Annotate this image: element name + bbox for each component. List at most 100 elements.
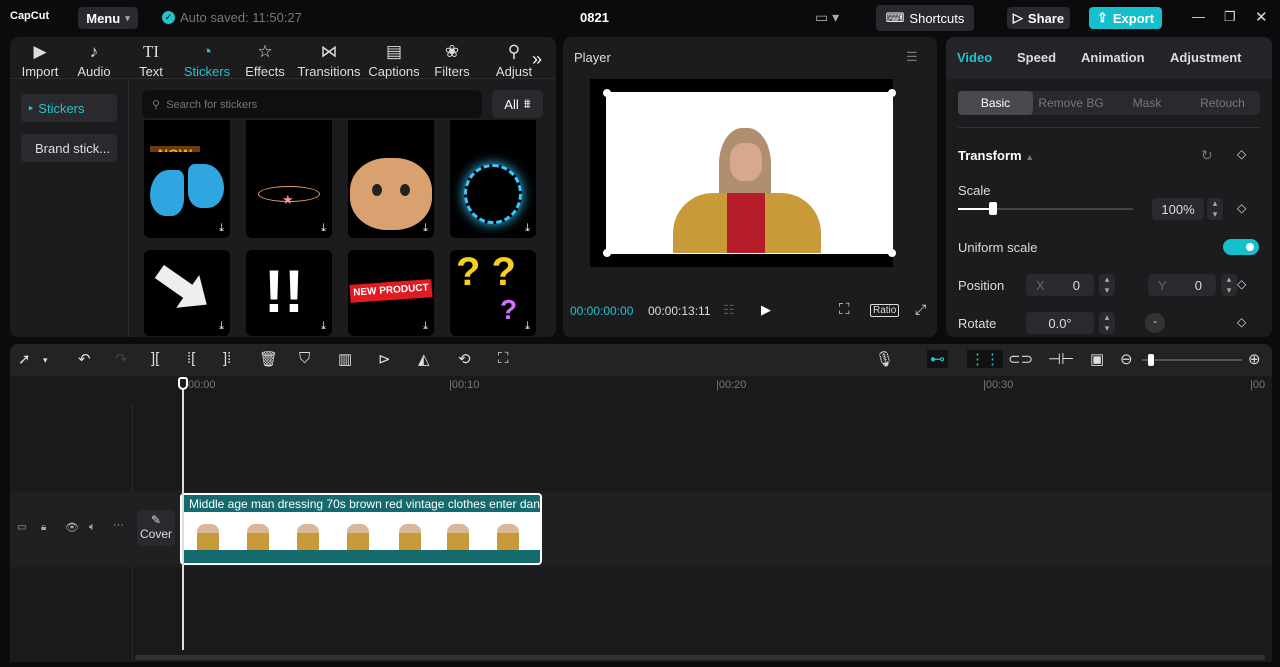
tab-adjustment[interactable]: Adjustment <box>1170 50 1242 65</box>
resize-handle[interactable] <box>888 89 896 97</box>
sticker-question-marks[interactable]: ? ?? ⤓ <box>450 250 536 336</box>
rotate-stepper[interactable]: ▴ ▾ <box>1099 312 1115 334</box>
split-right-icon[interactable]: ]⁞ <box>223 350 231 367</box>
fullscreen-icon[interactable]: ⤢ <box>915 301 926 318</box>
microphone-icon[interactable]: 🎙 <box>875 350 894 368</box>
keyframe-icon[interactable]: ◇ <box>1237 201 1246 215</box>
minimize-icon[interactable]: — <box>1192 9 1205 24</box>
maximize-icon[interactable]: ❐ <box>1224 9 1236 25</box>
auto-snap-icon[interactable]: ⋮⋮ <box>967 350 1003 368</box>
main-track-magnet-icon[interactable]: ⊷ <box>927 350 948 368</box>
sticker-electric[interactable]: ⤓ <box>450 152 536 238</box>
video-frame[interactable] <box>606 92 893 254</box>
zoom-in-icon[interactable]: ⊕ <box>1248 350 1261 368</box>
sticker-butterfly[interactable]: ⤓ <box>144 152 230 238</box>
download-icon[interactable]: ⤓ <box>321 222 326 235</box>
freeze-icon[interactable]: ▥ <box>338 350 352 368</box>
preview-axis-icon[interactable]: ⊣⊢ <box>1048 350 1074 368</box>
download-icon[interactable]: ⤓ <box>423 222 428 235</box>
delete-icon[interactable]: 🗑 <box>259 350 278 368</box>
cover-button[interactable]: ✎ Cover <box>137 510 175 546</box>
zoom-slider-handle[interactable] <box>1148 354 1154 366</box>
more-icon[interactable]: ··· <box>113 519 124 531</box>
subtab-retouch[interactable]: Retouch <box>1185 91 1260 115</box>
uniform-scale-toggle[interactable] <box>1223 239 1259 255</box>
download-icon[interactable]: ⤓ <box>219 320 224 333</box>
tab-transitions[interactable]: ⋈ Transitions <box>294 37 364 79</box>
tab-video[interactable]: Video <box>957 50 992 65</box>
tab-filters[interactable]: ❀ Filters <box>422 37 482 79</box>
shortcuts-button[interactable]: ⌨ Shortcuts <box>876 5 974 31</box>
download-icon[interactable]: ⤓ <box>525 222 530 235</box>
reverse-icon[interactable]: ⊳ <box>378 350 391 368</box>
share-button[interactable]: ▷ Share <box>1007 7 1070 29</box>
horizontal-scrollbar[interactable] <box>135 655 1265 660</box>
filter-button[interactable]: All ⩩ <box>492 90 543 118</box>
mirror-icon[interactable]: ◭ <box>418 350 430 368</box>
undo-icon[interactable]: ↶ <box>78 350 91 368</box>
reset-icon[interactable]: ↻ <box>1201 147 1213 164</box>
marker-icon[interactable]: ⛉ <box>299 350 310 367</box>
zoom-out-icon[interactable]: ⊖ <box>1120 350 1133 368</box>
scale-input[interactable]: 100% <box>1152 198 1204 220</box>
sticker-exclamation[interactable]: !! ⤓ <box>246 250 332 336</box>
position-x-stepper[interactable]: ▴ ▾ <box>1099 274 1115 296</box>
rotate-input[interactable]: 0.0° <box>1026 312 1094 334</box>
position-x-input[interactable]: X0 <box>1026 274 1094 296</box>
audio-mute-icon[interactable]: 🔈︎ <box>89 521 96 534</box>
sticker-new-product[interactable]: NEW PRODUCT ⤓ <box>348 250 434 336</box>
search-input[interactable]: ⚲ Search for stickers <box>142 90 482 118</box>
timeline-grid-icon[interactable]: ☷ <box>723 302 735 318</box>
download-icon[interactable]: ⤓ <box>219 222 224 235</box>
position-y-stepper[interactable]: ▴ ▾ <box>1221 274 1237 296</box>
lock-icon[interactable]: 🔒︎ <box>41 522 46 533</box>
link-icon[interactable]: ⊂⊃ <box>1008 350 1033 368</box>
position-y-input[interactable]: Y0 <box>1148 274 1216 296</box>
select-tool-icon[interactable]: ➚ <box>18 350 31 368</box>
download-icon[interactable]: ⤓ <box>321 320 326 333</box>
tab-effects[interactable]: ☆ Effects <box>235 37 295 79</box>
layout-icon[interactable]: ▭ ▾ <box>815 9 839 26</box>
playhead[interactable] <box>178 377 188 650</box>
split-left-icon[interactable]: ⁞[ <box>187 350 195 367</box>
tab-speed[interactable]: Speed <box>1017 50 1056 65</box>
download-icon[interactable]: ⤓ <box>423 320 428 333</box>
resize-handle[interactable] <box>603 89 611 97</box>
tab-stickers[interactable]: ◔ Stickers <box>177 37 237 79</box>
export-button[interactable]: ⇪ Export <box>1089 7 1162 29</box>
scale-slider[interactable] <box>958 202 1133 215</box>
scale-stepper[interactable]: ▴ ▾ <box>1207 198 1223 220</box>
transform-heading[interactable]: Transform ▲ <box>958 148 1034 163</box>
sidebar-item-brand-stickers[interactable]: Brand stick... <box>21 134 117 162</box>
play-icon[interactable]: ▶ <box>761 302 771 318</box>
subtab-remove-bg[interactable]: Remove BG <box>1033 91 1109 115</box>
split-icon[interactable]: ][ <box>151 350 159 367</box>
sticker-cat[interactable]: ⤓ <box>348 152 434 238</box>
subtab-mask[interactable]: Mask <box>1109 91 1185 115</box>
sticker-arrow[interactable]: ⤓ <box>144 250 230 336</box>
tab-import[interactable]: ▶ Import <box>10 37 70 79</box>
subtab-basic[interactable]: Basic <box>958 91 1033 115</box>
ratio-button[interactable]: Ratio <box>870 304 900 317</box>
rotate-dial[interactable]: - <box>1145 313 1165 333</box>
scale-slider-handle[interactable] <box>989 202 997 215</box>
crop-icon[interactable]: ⛶ <box>498 350 509 367</box>
tab-audio[interactable]: ♪ Audio <box>64 37 124 79</box>
resize-handle[interactable] <box>888 249 896 257</box>
eye-icon[interactable]: 👁︎ <box>65 521 79 534</box>
tab-text[interactable]: TI Text <box>121 37 181 79</box>
download-icon[interactable]: ⤓ <box>525 320 530 333</box>
tab-animation[interactable]: Animation <box>1081 50 1145 65</box>
redo-icon[interactable]: ↷ <box>115 350 128 368</box>
zoom-fit-icon[interactable]: ⛶ <box>839 301 850 318</box>
keyframe-icon[interactable]: ◇ <box>1237 315 1246 329</box>
zoom-slider[interactable] <box>1142 354 1242 366</box>
player-menu-icon[interactable]: ☰ <box>906 49 918 65</box>
sidebar-item-stickers[interactable]: ‣ Stickers <box>21 94 117 122</box>
close-icon[interactable]: ✕ <box>1255 8 1268 26</box>
rotate-icon[interactable]: ⟲ <box>458 350 471 368</box>
keyframe-icon[interactable]: ◇ <box>1237 277 1246 291</box>
resize-handle[interactable] <box>603 249 611 257</box>
tab-captions[interactable]: ▤ Captions <box>364 37 424 79</box>
more-tabs-icon[interactable]: » <box>532 49 542 70</box>
